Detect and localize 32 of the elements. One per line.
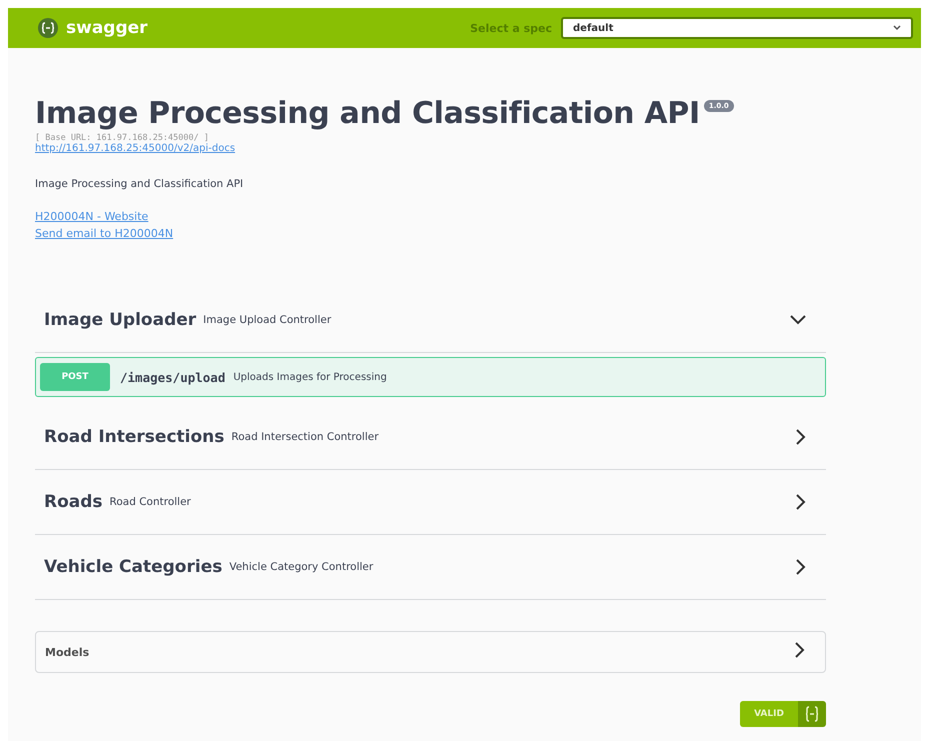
tag-name: Roads	[44, 492, 103, 512]
tag-description: Vehicle Category Controller	[229, 561, 374, 573]
braces-icon	[805, 706, 819, 722]
tag-description: Road Controller	[110, 496, 191, 508]
models-section[interactable]: Models	[35, 631, 826, 673]
tag-header[interactable]: Road Intersections Road Intersection Controller	[35, 405, 826, 470]
operation-path: /images/upload	[120, 370, 226, 384]
api-description: Image Processing and Classification API	[35, 178, 244, 190]
chevron-right-icon[interactable]	[796, 494, 806, 510]
brand-name: swagger	[66, 18, 148, 38]
operation-row[interactable]: POST /images/upload Uploads Images for Processing	[35, 357, 826, 397]
tag-header[interactable]: Vehicle Categories Vehicle Category Controller	[35, 535, 826, 600]
api-title: Image Processing and Classification API	[35, 96, 700, 131]
caret-icon	[893, 25, 901, 31]
chevron-right-icon[interactable]	[796, 429, 806, 445]
tag-description: Road Intersection Controller	[231, 431, 379, 443]
tag-description: Image Upload Controller	[203, 314, 332, 326]
spec-label: Select a spec	[470, 22, 552, 34]
operation-summary: Uploads Images for Processing	[233, 372, 387, 382]
tag-name: Vehicle Categories	[44, 557, 222, 577]
chevron-down-icon[interactable]	[790, 315, 806, 325]
tag-name: Road Intersections	[44, 427, 224, 447]
tag-name: Image Uploader	[44, 310, 196, 330]
models-title: Models	[45, 646, 90, 658]
chevron-right-icon[interactable]	[796, 559, 806, 575]
tag-header[interactable]: Image Uploader Image Upload Controller	[35, 288, 826, 353]
spec-select[interactable]: default	[561, 17, 913, 39]
method-badge: POST	[40, 363, 110, 391]
chevron-right-icon[interactable]	[795, 642, 805, 658]
logo-icon	[38, 18, 58, 38]
tag-header[interactable]: Roads Road Controller	[35, 470, 826, 535]
base-url: [ Base URL: 161.97.168.25:45000/ ]	[35, 133, 210, 143]
